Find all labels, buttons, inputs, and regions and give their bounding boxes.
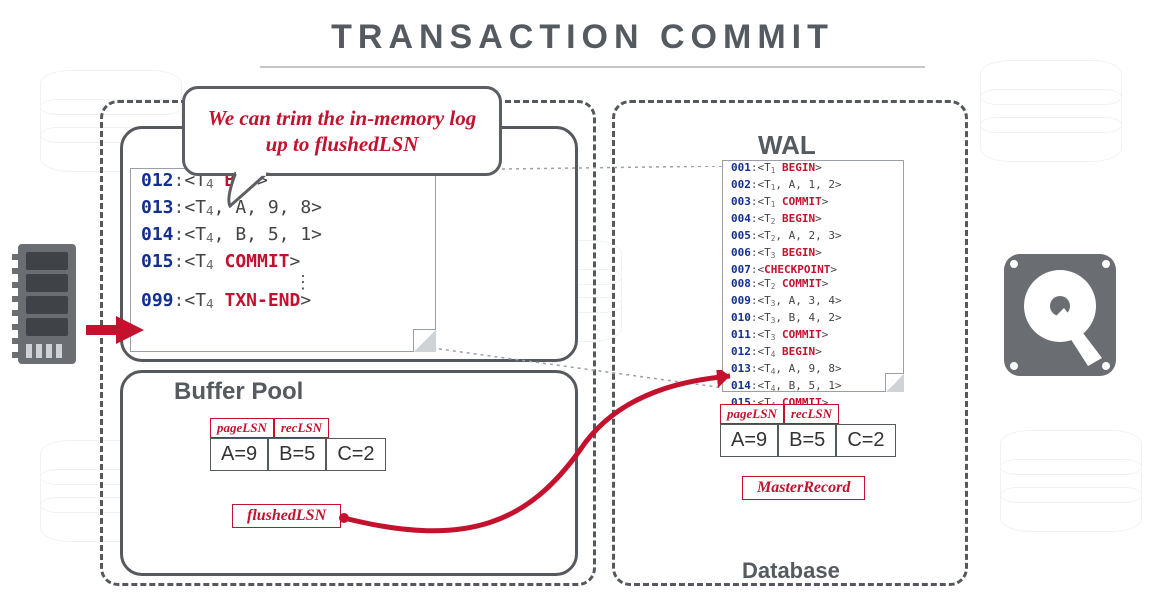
hard-disk-icon	[1000, 250, 1120, 380]
page-title: TRANSACTION COMMIT	[0, 18, 1165, 57]
buffer-pool-page: pageLSN recLSN A=9B=5C=2	[210, 418, 386, 471]
arrow-into-log-icon	[86, 316, 144, 344]
wal-disk-row: 005:<T2, A, 2, 3>	[723, 229, 903, 246]
wal-disk-row: 010:<T3, B, 4, 2>	[723, 311, 903, 328]
wal-buffer-row: 014:<T4, B, 5, 1>	[131, 223, 435, 250]
title-divider	[260, 66, 925, 68]
wal-disk-row: 013:<T4, A, 9, 8>	[723, 362, 903, 379]
wal-disk-row: 014:<T4, B, 5, 1>	[723, 379, 903, 396]
wal-disk-row: 002:<T1, A, 1, 2>	[723, 178, 903, 195]
page-cell: C=2	[326, 438, 385, 471]
page-cell: B=5	[268, 438, 326, 471]
page-cell: A=9	[210, 438, 268, 471]
vertical-dots: ⋮	[171, 277, 435, 289]
bg-decor	[1000, 430, 1142, 532]
speech-tail-icon	[226, 172, 272, 208]
wal-disk-row: 004:<T2 BEGIN>	[723, 212, 903, 229]
buffer-pool-label: Buffer Pool	[174, 378, 303, 406]
wal-disk-row: 003:<T1 COMMIT>	[723, 195, 903, 212]
wal-buffer-sheet: 012:<T4 BEG>013:<T4, A, 9, 8>014:<T4, B,…	[130, 168, 436, 352]
bg-decor	[980, 60, 1122, 162]
masterrecord-tag: MasterRecord	[742, 476, 865, 500]
database-page: pageLSN recLSN A=9B=5C=2	[720, 404, 896, 457]
wal-buffer-row: 099:<T4 TXN-END>	[131, 289, 435, 316]
speech-bubble: We can trim the in-memory log up to flus…	[182, 86, 502, 176]
wal-disk-row: 012:<T4 BEGIN>	[723, 345, 903, 362]
page-cell: B=5	[778, 424, 836, 457]
connector-lines	[432, 166, 724, 390]
wal-buffer-row: 013:<T4, A, 9, 8>	[131, 196, 435, 223]
reclsn-header: recLSN	[274, 418, 329, 438]
wal-disk-row: 006:<T3 BEGIN>	[723, 246, 903, 263]
pagelsn-header: pageLSN	[210, 418, 274, 438]
page-cell: A=9	[720, 424, 778, 457]
pagelsn-header: pageLSN	[720, 404, 784, 424]
memory-chip-icon	[12, 244, 82, 364]
wal-disk-label: WAL	[758, 130, 816, 161]
wal-disk-sheet: 001:<T1 BEGIN>002:<T1, A, 1, 2>003:<T1 C…	[722, 160, 904, 392]
wal-disk-row: 009:<T3, A, 3, 4>	[723, 294, 903, 311]
wal-buffer-row: 015:<T4 COMMIT>	[131, 250, 435, 277]
wal-disk-row: 001:<T1 BEGIN>	[723, 161, 903, 178]
wal-disk-row: 008:<T2 COMMIT>	[723, 277, 903, 294]
database-label: Database	[742, 558, 840, 584]
page-cell: C=2	[836, 424, 895, 457]
flushedlsn-tag: flushedLSN	[232, 504, 341, 528]
reclsn-header: recLSN	[784, 404, 839, 424]
wal-disk-row: 011:<T3 COMMIT>	[723, 328, 903, 345]
wal-disk-row: 007:<CHECKPOINT>	[723, 263, 903, 277]
speech-text: We can trim the in-memory log up to flus…	[195, 105, 489, 157]
